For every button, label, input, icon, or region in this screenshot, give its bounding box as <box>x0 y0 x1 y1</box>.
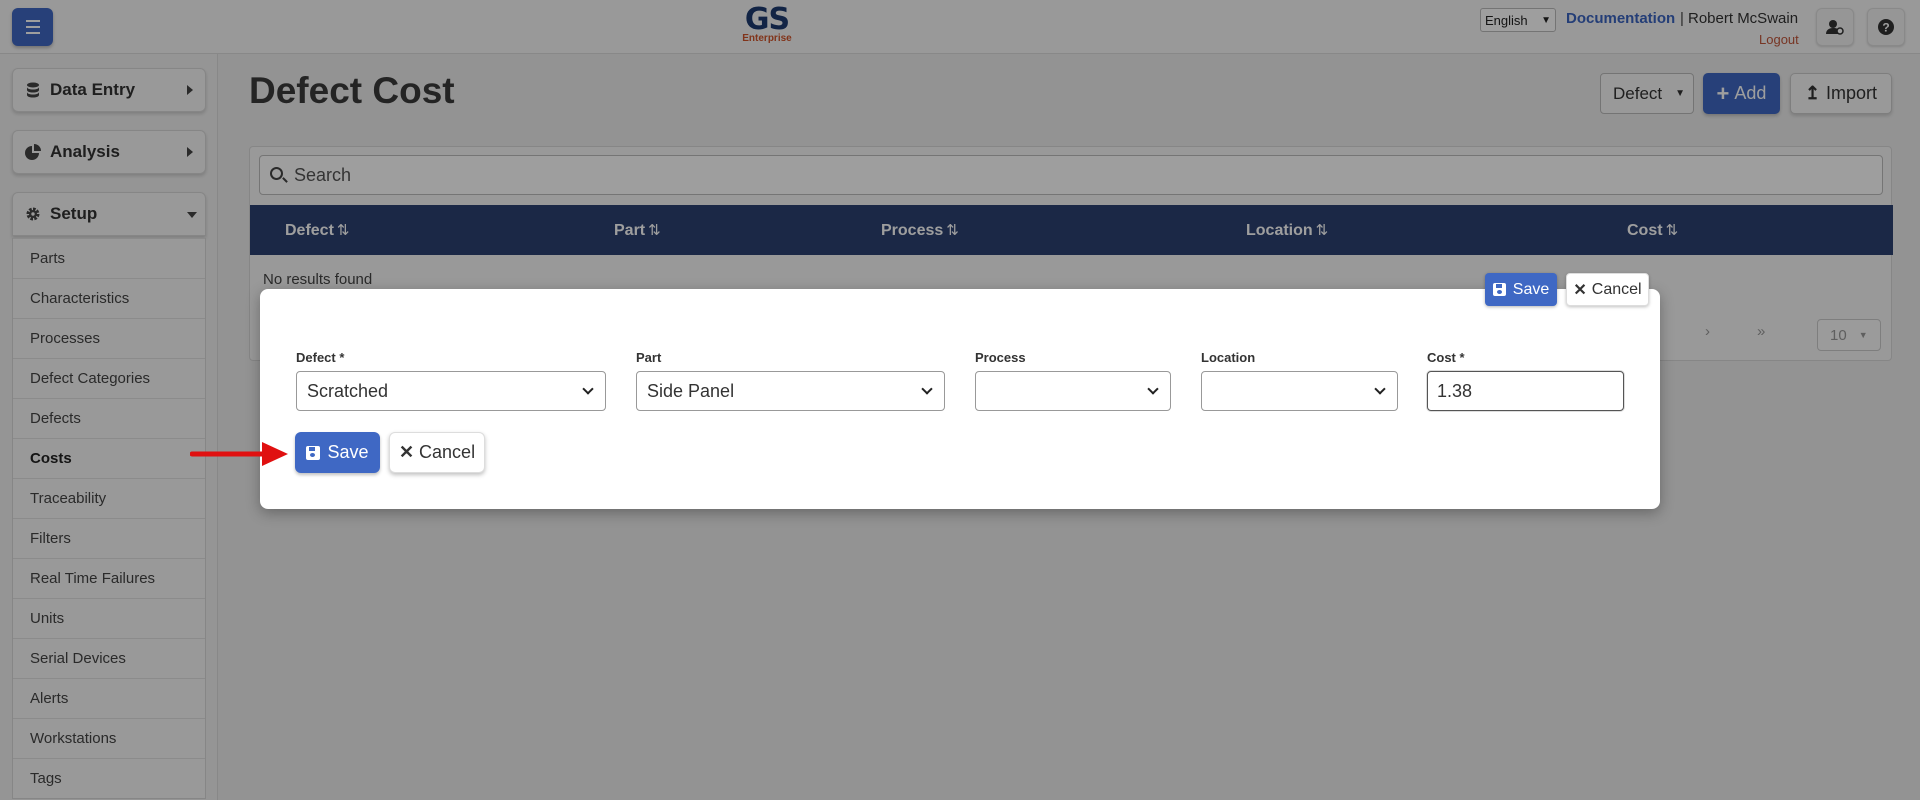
close-icon: ✕ <box>1573 281 1587 299</box>
location-field-label: Location <box>1201 350 1256 365</box>
part-select[interactable]: Side Panel <box>636 371 945 411</box>
part-field-label: Part <box>636 350 662 365</box>
annotation-arrow-icon <box>190 442 288 466</box>
defect-field-label: Defect * <box>296 350 345 365</box>
save-label: Save <box>1512 280 1550 298</box>
chevron-down-icon <box>921 383 933 395</box>
defect-select[interactable]: Scratched <box>296 371 606 411</box>
save-label: Save <box>327 442 369 462</box>
process-field-label: Process <box>975 350 1026 365</box>
chevron-down-icon <box>1374 383 1386 395</box>
cancel-label: Cancel <box>1591 280 1642 298</box>
save-icon <box>306 445 321 460</box>
modal-top-cancel-button[interactable]: ✕ Cancel <box>1566 273 1649 306</box>
process-select[interactable] <box>975 371 1171 411</box>
cancel-label: Cancel <box>419 442 476 462</box>
cost-input-value: 1.38 <box>1437 380 1473 401</box>
save-icon <box>1492 283 1506 296</box>
defect-select-value: Scratched <box>307 380 389 401</box>
part-select-value: Side Panel <box>647 380 735 401</box>
chevron-down-icon <box>1147 383 1159 395</box>
save-button[interactable]: Save <box>295 432 380 473</box>
cost-field-label: Cost * <box>1427 350 1465 365</box>
chevron-down-icon <box>582 383 594 395</box>
location-select[interactable] <box>1201 371 1398 411</box>
modal-top-save-button[interactable]: Save <box>1485 273 1557 306</box>
cost-input[interactable]: 1.38 <box>1427 371 1624 411</box>
close-icon: ✕ <box>398 442 415 462</box>
cancel-button[interactable]: ✕ Cancel <box>389 432 485 473</box>
